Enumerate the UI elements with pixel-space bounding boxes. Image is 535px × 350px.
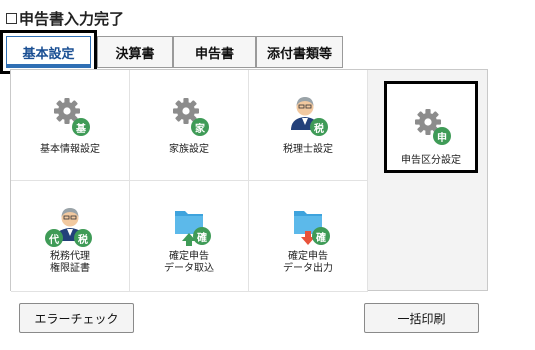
folder-import-icon: 確 bbox=[166, 203, 212, 249]
batch-print-button[interactable]: 一括印刷 bbox=[364, 303, 479, 333]
tab-basic-settings[interactable]: 基本設定 bbox=[0, 30, 97, 74]
tile-label-line2: データ出力 bbox=[283, 263, 333, 274]
badge-ka-icon: 家 bbox=[191, 118, 209, 136]
badge-dai-icon: 代 bbox=[45, 229, 63, 247]
tile-tax-return-data-import[interactable]: 確 確定申告 データ取込 bbox=[130, 181, 249, 292]
person-icon: 代 税 bbox=[45, 203, 93, 249]
person-icon: 税 bbox=[285, 92, 331, 138]
error-check-button[interactable]: エラーチェック bbox=[19, 303, 134, 333]
tile-label-line2: 権限証書 bbox=[50, 263, 90, 274]
folder-export-icon: 確 bbox=[285, 203, 331, 249]
gear-icon: 基 bbox=[47, 92, 93, 138]
tile-label: 家族設定 bbox=[169, 144, 209, 155]
tab-label: 申告書 bbox=[194, 46, 234, 62]
tile-label: 確定申告 データ取込 bbox=[164, 251, 214, 275]
badge-shin-icon: 申 bbox=[433, 127, 451, 145]
tab-tax-return[interactable]: 申告書 bbox=[173, 36, 256, 68]
tile-tax-return-data-export[interactable]: 確 確定申告 データ出力 bbox=[249, 181, 368, 292]
tile-label: 税務代理 権限証書 bbox=[50, 251, 90, 275]
tile-family-settings[interactable]: 家 家族設定 bbox=[130, 70, 249, 181]
input-complete-checkbox[interactable]: 申告書入力完了 bbox=[6, 9, 125, 28]
tile-label: 確定申告 データ出力 bbox=[283, 251, 333, 275]
checkbox-box[interactable] bbox=[6, 12, 17, 24]
tab-attachments[interactable]: 添付書類等 bbox=[256, 36, 343, 68]
tile-tax-agency-power-of-attorney[interactable]: 代 税 税務代理 権限証書 bbox=[11, 181, 130, 292]
tile-label-line2: データ取込 bbox=[164, 263, 214, 274]
tile-tax-accountant-settings[interactable]: 税 税理士設定 bbox=[249, 70, 368, 181]
tab-financial-statements[interactable]: 決算書 bbox=[97, 36, 173, 68]
badge-ki-icon: 基 bbox=[72, 118, 90, 136]
badge-zei-icon: 税 bbox=[310, 118, 328, 136]
tile-filing-category-settings[interactable]: 申 申告区分設定 bbox=[384, 81, 478, 173]
tile-label-line1: 確定申告 bbox=[288, 251, 328, 262]
tab-label: 添付書類等 bbox=[266, 46, 332, 62]
tile-label-line1: 税務代理 bbox=[50, 251, 90, 262]
input-complete-label: 申告書入力完了 bbox=[19, 9, 125, 28]
settings-panel: 基 基本情報設定 家 家族設定 税 税理士設定 申 申告区分設定 代 税 税務代… bbox=[10, 69, 488, 292]
badge-zei-icon: 税 bbox=[74, 229, 92, 247]
tile-label-line1: 確定申告 bbox=[169, 251, 209, 262]
gear-icon: 家 bbox=[166, 92, 212, 138]
tile-label: 申告区分設定 bbox=[401, 155, 461, 166]
gear-icon: 申 bbox=[408, 103, 454, 149]
tab-label: 決算書 bbox=[115, 46, 155, 62]
tile-label: 税理士設定 bbox=[283, 144, 333, 155]
badge-kaku-icon: 確 bbox=[193, 227, 211, 245]
tab-basic-settings-label: 基本設定 bbox=[6, 36, 91, 68]
badge-kaku-icon: 確 bbox=[312, 227, 330, 245]
tile-basic-info-settings[interactable]: 基 基本情報設定 bbox=[11, 70, 130, 181]
tile-label: 基本情報設定 bbox=[40, 144, 100, 155]
